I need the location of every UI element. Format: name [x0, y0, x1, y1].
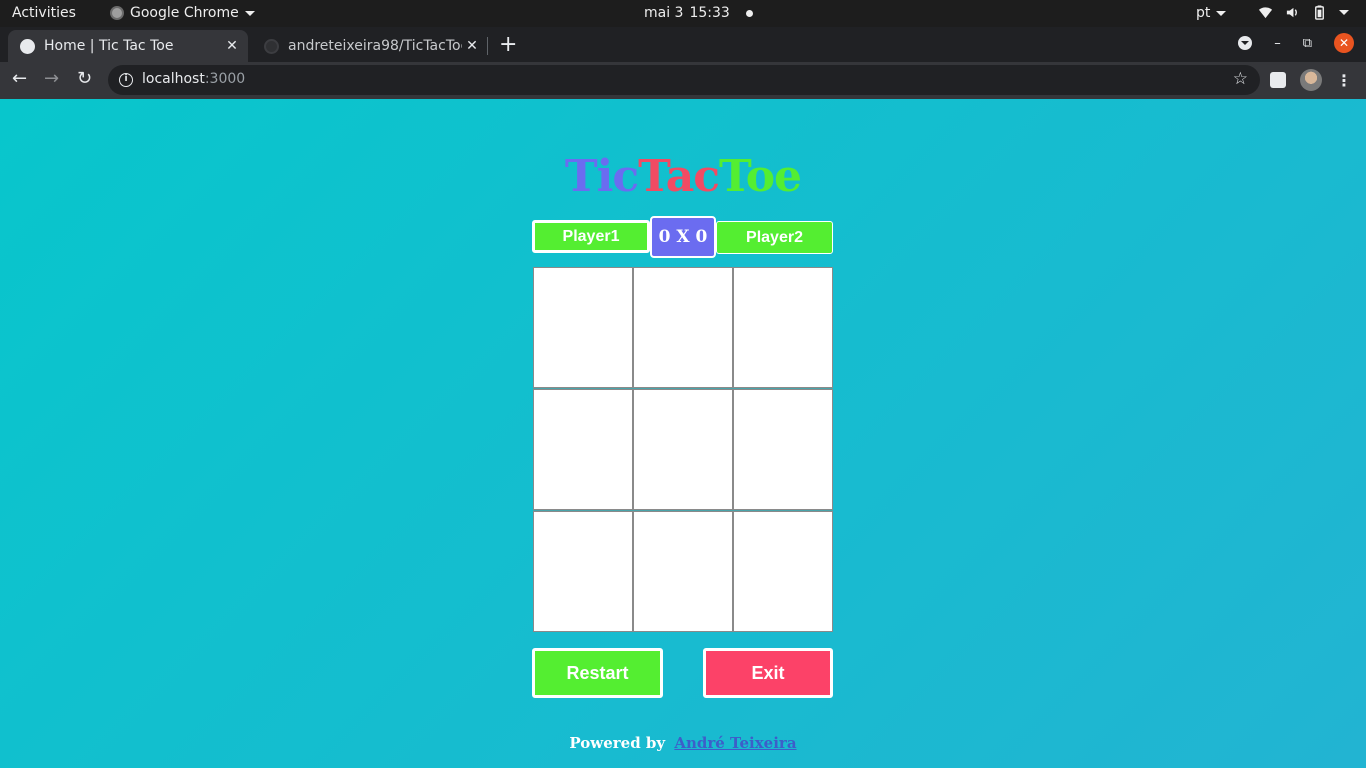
tab-separator [487, 37, 488, 55]
system-status-menu[interactable] [1258, 5, 1349, 20]
board-cell[interactable] [733, 511, 833, 632]
window-close-icon[interactable]: ✕ [1334, 33, 1354, 53]
url-host: localhost [142, 71, 205, 87]
reload-icon[interactable]: ↻ [77, 68, 92, 89]
tab-search-icon[interactable] [1238, 36, 1253, 50]
board-cell[interactable] [633, 267, 733, 388]
exit-button[interactable]: Exit [703, 648, 833, 698]
clock-time: 15:33 [689, 5, 730, 21]
browser-toolbar: ← → ↻ i localhost:3000 ☆ ⋮ [0, 62, 1366, 99]
info-icon[interactable]: i [119, 73, 133, 87]
app-menu-label: Google Chrome [130, 5, 239, 21]
game-title: TicTacToe [0, 151, 1366, 202]
system-top-bar: Activities Google Chrome mai 3 15:33 pt [0, 0, 1366, 27]
close-icon[interactable]: ✕ [222, 38, 242, 54]
app-menu[interactable]: Google Chrome [110, 5, 255, 21]
github-icon [264, 38, 279, 54]
board-cell[interactable] [633, 389, 733, 510]
chevron-down-icon [1216, 10, 1227, 16]
language-selector[interactable]: pt [1196, 5, 1227, 21]
board-cell[interactable] [533, 267, 633, 388]
title-part-tic: Tic [564, 151, 639, 202]
tab-home[interactable]: Home | Tic Tac Toe ✕ [8, 30, 248, 62]
forward-arrow-icon[interactable]: → [44, 68, 59, 89]
tab-github[interactable]: andreteixeira98/TicTacToe ✕ [252, 30, 488, 62]
language-label: pt [1196, 5, 1211, 21]
notification-dot-icon [745, 9, 753, 17]
footer: Powered by André Teixeira [0, 734, 1366, 752]
new-tab-button[interactable]: + [499, 32, 517, 57]
author-link[interactable]: André Teixeira [674, 734, 796, 752]
close-icon[interactable]: ✕ [462, 38, 482, 54]
url-port: :3000 [204, 71, 246, 87]
board-cell[interactable] [733, 267, 833, 388]
player1-button[interactable]: Player1 [532, 220, 650, 253]
address-bar[interactable]: i localhost:3000 ☆ [108, 65, 1260, 95]
score-display: 0 X 0 [650, 216, 716, 258]
board-cell[interactable] [533, 511, 633, 632]
clock-date: mai 3 [644, 5, 684, 21]
board-cell[interactable] [633, 511, 733, 632]
page-content: TicTacToe Player1 0 X 0 Player2 Restart … [0, 99, 1366, 768]
clock[interactable]: mai 3 15:33 [644, 5, 753, 21]
tab-strip: Home | Tic Tac Toe ✕ andreteixeira98/Tic… [0, 27, 1366, 62]
chevron-down-icon [1339, 10, 1349, 15]
chevron-down-icon [244, 10, 255, 16]
restart-button[interactable]: Restart [532, 648, 663, 698]
volume-icon [1286, 7, 1297, 18]
minimize-icon[interactable]: – [1274, 36, 1281, 51]
bookmark-star-icon[interactable]: ☆ [1233, 69, 1248, 89]
scoreboard: Player1 0 X 0 Player2 [532, 216, 834, 258]
board-cell[interactable] [733, 389, 833, 510]
extensions-icon[interactable] [1270, 72, 1286, 88]
back-arrow-icon[interactable]: ← [12, 68, 27, 89]
game-board [533, 267, 833, 632]
battery-icon [1315, 5, 1324, 20]
toolbar-actions: ⋮ [1270, 69, 1352, 91]
more-menu-icon[interactable]: ⋮ [1336, 71, 1352, 90]
footer-text: Powered by [569, 734, 666, 752]
url-text[interactable]: localhost:3000 [142, 71, 245, 87]
title-part-toe: Toe [719, 151, 802, 202]
activities-button[interactable]: Activities [12, 5, 76, 21]
board-cell[interactable] [533, 389, 633, 510]
window-controls: – ⧉ ✕ [1238, 33, 1354, 53]
title-part-tac: Tac [638, 151, 720, 202]
chrome-icon [110, 6, 124, 20]
profile-avatar[interactable] [1300, 69, 1322, 91]
globe-icon [20, 38, 35, 54]
restore-icon[interactable]: ⧉ [1303, 36, 1312, 51]
tab-title: Home | Tic Tac Toe [44, 38, 174, 54]
wifi-icon [1258, 7, 1273, 19]
player2-button[interactable]: Player2 [716, 221, 833, 254]
tab-title: andreteixeira98/TicTacToe [288, 38, 462, 54]
